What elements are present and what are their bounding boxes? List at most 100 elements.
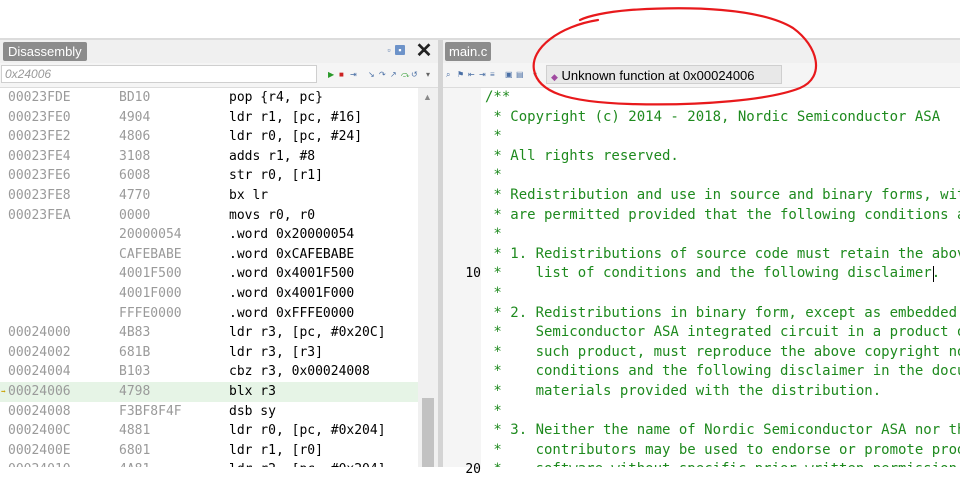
disassembly-row[interactable]: 00024010 4A81 ldr r2, [pc, #0x204] (0, 460, 418, 467)
source-tab-main-c[interactable]: main.c (445, 42, 492, 61)
disassembly-row[interactable]: 00024008 F3BF8F4F dsb sy (0, 402, 418, 422)
source-line-text: * conditions and the following disclaime… (493, 363, 960, 380)
disassembly-row[interactable]: 00024000 4B83 ldr r3, [pc, #0x20C] (0, 323, 418, 343)
disassembly-listing[interactable]: 00023FDE BD10 pop {r4, pc} 00023FE0 4904 ldr … (0, 88, 418, 467)
step-into-icon[interactable]: ↘ (368, 70, 375, 80)
instruction-address: 00024008 (8, 403, 71, 419)
instruction-opcode: 4A81 (119, 460, 150, 467)
line-number-gutter[interactable]: 10 20 (443, 88, 481, 477)
source-toolbar: ⌕ ⚑ ⇤ ⇥ ≡ ▣ ▤ ▿ ◆ Unknown function at 0x… (443, 63, 960, 88)
source-line[interactable]: /** (481, 88, 960, 108)
disassembly-row[interactable]: 00024002 681B ldr r3, [r3] (0, 343, 418, 363)
reset-icon[interactable]: ↺ (411, 70, 418, 80)
source-line[interactable]: * (481, 127, 960, 147)
instruction-opcode: 6008 (119, 168, 151, 184)
scroll-up-icon[interactable]: ▲ (423, 92, 432, 102)
source-line[interactable]: * contributors may be used to endorse or… (481, 441, 960, 461)
instruction-opcode: 20000054 (119, 227, 182, 243)
instruction-opcode: 4904 (119, 109, 151, 125)
disassembly-row[interactable]: 20000054 .word 0x20000054 (0, 225, 418, 245)
comment-icon[interactable]: ≡ (490, 70, 495, 80)
instruction-address: 00024004 (8, 364, 71, 380)
source-editor[interactable]: /** * Copyright (c) 2014 - 2018, Nordic … (481, 88, 960, 467)
instruction-opcode: 4798 (119, 384, 151, 399)
disassembly-row[interactable]: 4001F500 .word 0x4001F500 (0, 264, 418, 284)
instruction-mnemonic: dsb sy (229, 403, 276, 419)
source-line-text: * (485, 226, 502, 243)
chevron-down-icon[interactable]: ▾ (426, 70, 430, 80)
step-out-icon[interactable]: ↗ (390, 70, 397, 80)
current-instruction-row[interactable]: ➡ 00024006 4798 blx r3 (0, 382, 418, 402)
instruction-address: 00023FDE (8, 90, 71, 105)
source-line[interactable]: * All rights reserved. (481, 147, 960, 167)
instruction-mnemonic: bx lr (229, 188, 269, 203)
instruction-opcode: 3108 (119, 148, 151, 164)
source-line[interactable]: * 2. Redistributions in binary form, exc… (481, 304, 960, 324)
line-number (443, 421, 481, 441)
run-to-cursor-icon[interactable]: ⤼ (401, 70, 410, 80)
source-line[interactable]: * such product, must reproduce the above… (481, 343, 960, 363)
instruction-address: 0002400C (8, 423, 71, 439)
step-over-icon[interactable]: ↷ (379, 70, 386, 80)
disassembly-row[interactable]: 00023FE4 3108 adds r1, #8 (0, 147, 418, 167)
instruction-address: 00023FEA (8, 207, 71, 223)
close-icon[interactable]: ✕ (414, 41, 434, 61)
source-line[interactable]: * 1. Redistributions of source code must… (481, 245, 960, 265)
disassembly-row[interactable]: 00023FDE BD10 pop {r4, pc} (0, 88, 418, 108)
source-line[interactable]: * list of conditions and the following d… (481, 264, 960, 284)
line-number (443, 304, 481, 324)
instruction-mnemonic: ldr r0, [pc, #0x204] (229, 423, 386, 439)
line-number (443, 402, 481, 422)
find-icon[interactable]: ⌕ (446, 70, 450, 80)
pin-icon[interactable]: ▪ (395, 45, 405, 55)
source-line[interactable]: * software without specific prior writte… (481, 460, 960, 467)
scrollbar-thumb[interactable] (422, 398, 434, 467)
disassembly-row[interactable]: 00023FE2 4806 ldr r0, [pc, #24] (0, 127, 418, 147)
disassembly-row[interactable]: 00023FE6 6008 str r0, [r1] (0, 166, 418, 186)
line-number (443, 343, 481, 363)
disassembly-row[interactable]: CAFEBABE .word 0xCAFEBABE (0, 245, 418, 265)
disassembly-row[interactable]: 00024004 B103 cbz r3, 0x00024008 (0, 362, 418, 382)
disassembly-row[interactable]: 00023FE0 4904 ldr r1, [pc, #16] (0, 108, 418, 128)
dock-icon[interactable]: ▫ (384, 45, 394, 55)
source-line[interactable]: * (481, 284, 960, 304)
source-line-text: * contributors may be used to endorse or… (493, 441, 960, 458)
function-dropdown-icon[interactable]: ▿ (533, 70, 537, 80)
outline-icon[interactable]: ▤ (516, 70, 524, 80)
disassembly-row[interactable]: FFFE0000 .word 0xFFFE0000 (0, 304, 418, 324)
source-line[interactable]: * (481, 402, 960, 422)
address-input[interactable] (1, 65, 317, 83)
disassembly-row[interactable]: 4001F000 .word 0x4001F000 (0, 284, 418, 304)
split-icon[interactable]: ▣ (505, 70, 513, 80)
instruction-mnemonic: adds r1, #8 (229, 148, 316, 164)
source-line[interactable]: * materials provided with the distributi… (481, 382, 960, 402)
disassembly-scrollbar[interactable]: ▲ (418, 88, 438, 467)
source-line[interactable]: * (481, 225, 960, 245)
source-line[interactable]: * 3. Neither the name of Nordic Semicond… (481, 421, 960, 441)
disassembly-row[interactable]: 00023FE8 4770 bx lr (0, 186, 418, 206)
source-line[interactable]: * Semiconductor ASA integrated circuit i… (481, 323, 960, 343)
outdent-icon[interactable]: ⇥ (479, 70, 486, 80)
step-icon[interactable]: ⇥ (350, 70, 357, 80)
disassembly-row[interactable]: 0002400E 6801 ldr r1, [r0] (0, 441, 418, 461)
instruction-address: 00024002 (8, 344, 71, 360)
line-number (443, 108, 481, 128)
disassembly-row[interactable]: 00023FEA 0000 movs r0, r0 (0, 206, 418, 226)
instruction-opcode: 0000 (119, 207, 151, 223)
instruction-mnemonic: ldr r1, [r0] (229, 442, 323, 458)
source-line[interactable]: * Redistribution and use in source and b… (481, 186, 960, 206)
top-blank-area (0, 0, 960, 38)
stop-icon[interactable]: ■ (339, 70, 344, 80)
source-line[interactable]: * Copyright (c) 2014 - 2018, Nordic Semi… (481, 108, 960, 128)
source-line[interactable]: * conditions and the following disclaime… (481, 362, 960, 382)
function-selector[interactable]: ◆ Unknown function at 0x00024006 (546, 65, 782, 84)
source-line[interactable]: * (481, 166, 960, 186)
disassembly-row[interactable]: 0002400C 4881 ldr r0, [pc, #0x204] (0, 421, 418, 441)
line-number: 20 (465, 462, 481, 478)
disassembly-tab[interactable]: Disassembly (3, 42, 87, 61)
bookmark-icon[interactable]: ⚑ (457, 70, 464, 80)
source-line[interactable]: * are permitted provided that the follow… (481, 206, 960, 226)
disassembly-titlebar: Disassembly ▫ ▪ ✕ (0, 40, 438, 63)
run-icon[interactable]: ▶ (328, 70, 334, 80)
indent-icon[interactable]: ⇤ (468, 70, 475, 80)
